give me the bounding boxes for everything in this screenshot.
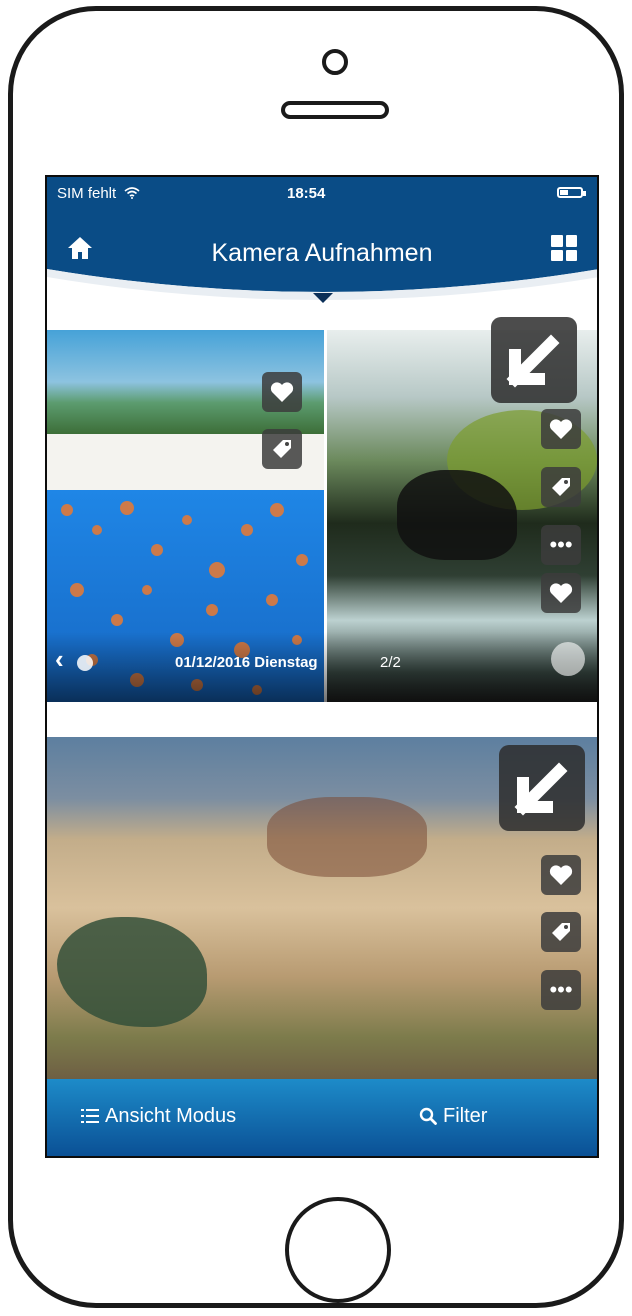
filter-label: Filter	[443, 1105, 488, 1127]
chevron-right-icon[interactable]	[551, 642, 585, 676]
app-screen: SIM fehlt 18:54 Kamera Aufnahmen ‹ 01/12…	[45, 175, 599, 1158]
search-icon	[419, 1107, 437, 1125]
tag-icon[interactable]	[541, 912, 581, 952]
battery-icon	[557, 187, 586, 198]
food-highlight	[267, 797, 427, 877]
carrier-label: SIM fehlt	[57, 185, 140, 202]
tag-icon[interactable]	[262, 429, 302, 469]
grid-icon[interactable]	[551, 235, 577, 261]
rock-area	[397, 470, 517, 560]
page-title: Kamera Aufnahmen	[211, 239, 433, 267]
wifi-icon	[124, 187, 140, 199]
more-icon[interactable]: •••	[541, 525, 581, 565]
caption-overlay	[47, 632, 597, 702]
caption-count: 2/2	[380, 654, 401, 671]
list-icon	[81, 1109, 99, 1123]
caption-date: 01/12/2016 Dienstag	[175, 654, 318, 671]
expand-icon[interactable]	[491, 317, 577, 403]
chevron-left-icon[interactable]: ‹	[55, 644, 64, 675]
heart-icon[interactable]	[541, 573, 581, 613]
food-vegetable	[57, 917, 207, 1027]
speaker-grille	[281, 101, 389, 119]
tag-icon[interactable]	[541, 467, 581, 507]
page-dot	[77, 655, 93, 671]
clock: 18:54	[287, 185, 326, 202]
app-header: SIM fehlt 18:54 Kamera Aufnahmen	[47, 177, 597, 305]
bottom-toolbar: Ansicht Modus Filter	[47, 1079, 597, 1156]
heart-icon[interactable]	[262, 372, 302, 412]
view-mode-button[interactable]: Ansicht Modus	[81, 1105, 236, 1128]
expand-icon[interactable]	[499, 745, 585, 831]
heart-icon[interactable]	[541, 409, 581, 449]
home-button[interactable]	[285, 1197, 391, 1303]
filter-button[interactable]: Filter	[419, 1105, 487, 1128]
more-icon[interactable]: •••	[541, 970, 581, 1010]
view-mode-label: Ansicht Modus	[105, 1105, 237, 1127]
heart-icon[interactable]	[541, 855, 581, 895]
front-camera	[322, 49, 348, 75]
